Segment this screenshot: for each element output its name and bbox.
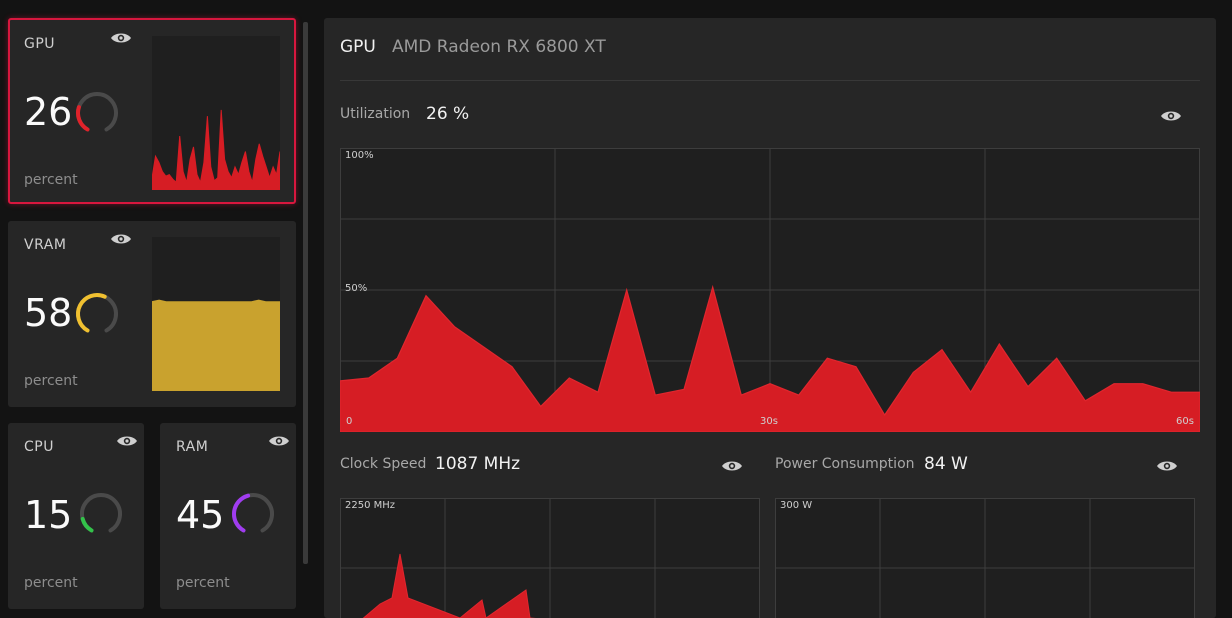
gpu-tile-value: 26 <box>24 90 72 134</box>
vram-gauge <box>74 291 120 337</box>
panel-title: GPU <box>340 37 376 57</box>
vram-mini-chart <box>152 237 280 391</box>
util-x-label-30s: 30s <box>760 416 778 427</box>
power-ymax-label: 300 W <box>780 500 812 511</box>
vram-tile-unit: percent <box>24 373 78 389</box>
gpu-tile-name: GPU <box>24 36 55 52</box>
power-label: Power Consumption <box>775 456 915 472</box>
ram-tile-value: 45 <box>176 493 224 537</box>
eye-icon[interactable] <box>116 433 138 447</box>
eye-icon[interactable] <box>721 458 743 472</box>
eye-icon[interactable] <box>110 231 132 245</box>
panel-device-name: AMD Radeon RX 6800 XT <box>392 37 606 57</box>
util-x-label-0: 0 <box>346 416 352 427</box>
vram-mini-series <box>152 300 280 391</box>
eye-icon[interactable] <box>1160 108 1182 122</box>
gauge-fill <box>78 295 105 330</box>
eye-icon[interactable] <box>268 433 290 447</box>
ram-tile[interactable]: RAM 45 percent <box>160 423 296 609</box>
ram-tile-name: RAM <box>176 439 208 455</box>
gpu-gauge <box>74 90 120 136</box>
power-value: 84 W <box>924 454 968 474</box>
utilization-label: Utilization <box>340 106 410 122</box>
utilization-chart: 100% 50% 0 30s 60s <box>340 148 1200 432</box>
clock-ymax-label: 2250 MHz <box>345 500 395 511</box>
gauge-fill <box>83 519 92 531</box>
panel-divider <box>340 80 1200 81</box>
utilization-value: 26 % <box>426 104 469 124</box>
vram-tile-value: 58 <box>24 291 72 335</box>
gpu-tile[interactable]: GPU 26 percent <box>8 18 296 204</box>
eye-icon[interactable] <box>110 30 132 44</box>
cpu-tile[interactable]: CPU 15 percent <box>8 423 144 609</box>
sidebar-scrollbar[interactable] <box>303 22 308 564</box>
util-x-label-60s: 60s <box>1176 416 1194 427</box>
cpu-tile-name: CPU <box>24 439 54 455</box>
clock-speed-label: Clock Speed <box>340 456 426 472</box>
gpu-mini-chart <box>152 36 280 190</box>
power-chart: 300 W <box>775 498 1195 618</box>
gauge-fill <box>78 107 88 129</box>
gpu-tile-unit: percent <box>24 172 78 188</box>
cpu-tile-unit: percent <box>24 575 78 591</box>
ram-gauge <box>230 491 276 537</box>
vram-tile[interactable]: VRAM 58 percent <box>8 221 296 407</box>
clock-speed-value: 1087 MHz <box>435 454 520 474</box>
ram-tile-unit: percent <box>176 575 230 591</box>
clock-speed-chart: 2250 MHz <box>340 498 760 618</box>
cpu-gauge <box>78 491 124 537</box>
gpu-detail-panel: GPU AMD Radeon RX 6800 XT Utilization 26… <box>324 18 1216 618</box>
eye-icon[interactable] <box>1156 458 1178 472</box>
cpu-tile-value: 15 <box>24 493 72 537</box>
util-ymid-label: 50% <box>345 283 367 294</box>
util-ymax-label: 100% <box>345 150 374 161</box>
vram-tile-name: VRAM <box>24 237 66 253</box>
gauge-fill <box>234 496 248 531</box>
gpu-mini-series <box>152 110 280 190</box>
